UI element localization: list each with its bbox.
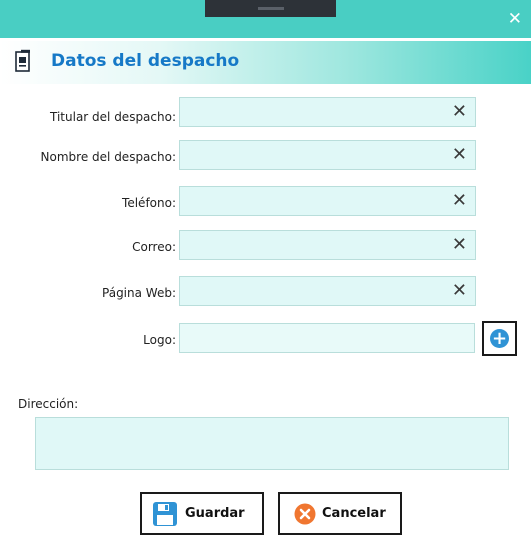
clear-icon[interactable]: ✕ [452, 234, 467, 256]
direccion-label: Dirección: [18, 397, 79, 411]
drag-handle-bar [258, 7, 284, 10]
pagina-web-label: Página Web: [102, 286, 176, 300]
save-button-label: Guardar [185, 506, 245, 521]
nombre-field[interactable]: ✕ [179, 140, 476, 170]
floppy-disk-icon [153, 502, 177, 526]
clear-icon[interactable]: ✕ [452, 101, 467, 123]
logo-label: Logo: [143, 333, 176, 347]
add-logo-button[interactable]: + [482, 321, 517, 356]
clear-icon[interactable]: ✕ [452, 190, 467, 212]
section-header: Datos del despacho [0, 41, 531, 84]
page-title: Datos del despacho [51, 51, 240, 71]
window-titlebar[interactable]: ✕ [0, 0, 531, 38]
save-button[interactable]: Guardar [140, 492, 264, 535]
cancel-button-label: Cancelar [322, 506, 386, 521]
cancel-button[interactable]: Cancelar [278, 492, 402, 535]
correo-label: Correo: [132, 240, 176, 254]
drag-handle[interactable] [205, 0, 336, 17]
telefono-field[interactable]: ✕ [179, 186, 476, 216]
document-icon [15, 49, 30, 72]
correo-field[interactable]: ✕ [179, 230, 476, 260]
nombre-label: Nombre del despacho: [40, 150, 176, 164]
close-icon[interactable]: ✕ [508, 9, 522, 29]
titular-field[interactable]: ✕ [179, 97, 476, 127]
logo-field[interactable] [179, 323, 475, 353]
pagina-web-field[interactable]: ✕ [179, 276, 476, 306]
plus-circle-icon: + [490, 328, 509, 349]
telefono-label: Teléfono: [122, 196, 176, 210]
direccion-field[interactable] [35, 417, 509, 470]
titular-label: Titular del despacho: [50, 110, 176, 124]
clear-icon[interactable]: ✕ [452, 144, 467, 166]
clear-icon[interactable]: ✕ [452, 280, 467, 302]
cancel-icon [294, 503, 316, 525]
